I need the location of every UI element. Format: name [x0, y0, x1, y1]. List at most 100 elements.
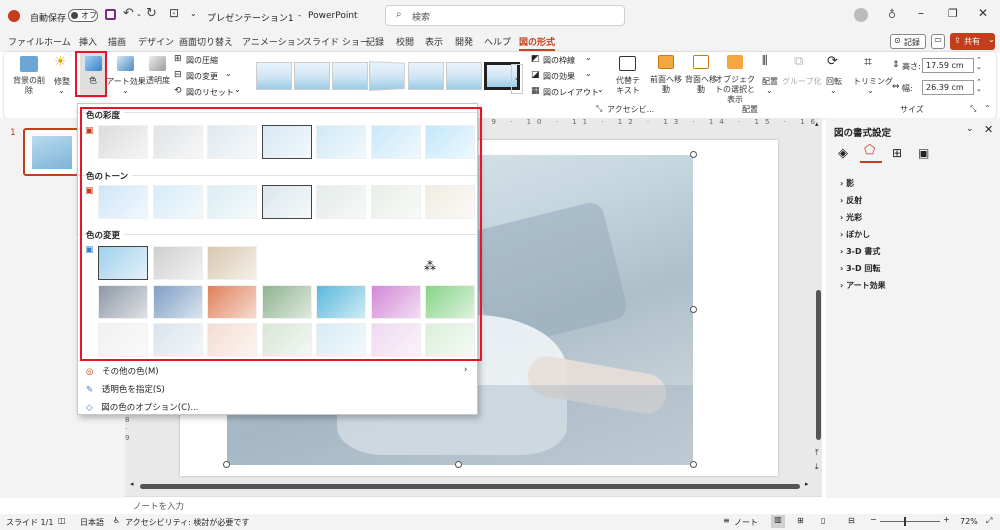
section-artistic-effects[interactable]: › アート効果: [840, 280, 886, 291]
lightbulb-icon[interactable]: ♁: [888, 8, 896, 21]
language-label[interactable]: 日本語: [80, 517, 104, 528]
scroll-right-icon[interactable]: ▸: [805, 480, 809, 488]
tab-picture-format[interactable]: 図の形式: [519, 35, 556, 51]
scroll-up-icon[interactable]: ▴: [815, 120, 819, 128]
alt-text-button[interactable]: 代替テキスト: [613, 54, 643, 98]
crop-button[interactable]: ⌗ トリミング ⌄: [853, 54, 893, 100]
collapse-ribbon-icon[interactable]: ⌃: [984, 104, 991, 113]
close-pane-icon[interactable]: ✕: [984, 123, 993, 136]
transparency-button[interactable]: 透明度: [145, 54, 171, 98]
height-spinner-icon[interactable]: ⌃ ⌄: [976, 57, 982, 71]
resize-handle[interactable]: [690, 306, 697, 313]
slide-thumbnail[interactable]: [23, 128, 79, 176]
compress-button[interactable]: ⊞ 図の圧縮: [172, 54, 238, 67]
present-icon[interactable]: ⊡: [169, 6, 179, 20]
avatar[interactable]: [854, 8, 868, 22]
tab-slideshow[interactable]: スライド ショー: [303, 35, 369, 48]
vertical-scrollbar[interactable]: [816, 290, 821, 440]
horizontal-scrollbar[interactable]: [140, 484, 800, 489]
tab-home[interactable]: ホーム: [44, 35, 71, 48]
artistic-effects-button[interactable]: アート効果 ⌄: [106, 54, 146, 98]
picture-border-button[interactable]: ◩ 図の枠線 ⌄: [529, 53, 595, 67]
tab-developer[interactable]: 開発: [455, 35, 473, 48]
style-thumb[interactable]: [294, 62, 330, 90]
undo-icon[interactable]: ↶: [123, 6, 134, 21]
tab-insert[interactable]: 挿入: [79, 35, 97, 48]
resize-handle[interactable]: [690, 151, 697, 158]
undo-dropdown-icon[interactable]: ⌄: [136, 10, 142, 18]
fill-line-icon[interactable]: ◈: [838, 146, 848, 161]
section-shadow[interactable]: › 影: [840, 178, 854, 189]
notes-toggle[interactable]: ノート: [734, 517, 758, 528]
autosave-toggle[interactable]: オフ: [68, 9, 98, 22]
style-thumb[interactable]: [368, 61, 405, 91]
tab-review[interactable]: 校閲: [396, 35, 414, 48]
set-transparent-item[interactable]: ✎ 透明色を指定(S): [86, 383, 165, 395]
corrections-button[interactable]: ☀ 修整 ⌄: [49, 54, 75, 98]
resize-handle[interactable]: [455, 461, 462, 468]
section-3d-rotation[interactable]: › 3-D 回転: [840, 263, 880, 274]
zoom-out-icon[interactable]: −: [870, 515, 877, 524]
more-colors-item[interactable]: ◎ その他の色(M) ›: [86, 365, 471, 377]
resize-handle[interactable]: [690, 461, 697, 468]
prev-slide-icon[interactable]: ⤒: [815, 448, 819, 458]
remove-background-button[interactable]: 背景の削除: [10, 54, 46, 98]
fit-slide-icon[interactable]: ⤢: [986, 516, 992, 526]
style-thumb[interactable]: [256, 62, 292, 90]
minimize-icon[interactable]: –: [918, 6, 924, 20]
record-button[interactable]: ⊙ 記録: [890, 34, 926, 49]
picture-icon[interactable]: ▣: [918, 146, 929, 160]
normal-view-icon[interactable]: ▥: [771, 515, 785, 528]
size-properties-icon[interactable]: ⊞: [892, 146, 902, 160]
zoom-level[interactable]: 72%: [960, 517, 978, 526]
tab-draw[interactable]: 描画: [108, 35, 126, 48]
scroll-left-icon[interactable]: ◂: [130, 480, 134, 488]
reset-picture-button[interactable]: ⟲ 図のリセット ⌄: [172, 85, 244, 99]
bring-forward-button[interactable]: 前面へ移動: [649, 54, 683, 100]
tab-transitions[interactable]: 画面切り替え: [179, 35, 233, 48]
tab-file[interactable]: ファイル: [8, 35, 44, 48]
tab-record[interactable]: 記録: [366, 35, 384, 48]
section-glow[interactable]: › 光彩: [840, 212, 862, 223]
width-spinner-icon[interactable]: ⌃ ⌄: [976, 79, 982, 93]
customize-qat-icon[interactable]: ⌄: [190, 9, 197, 18]
style-thumb[interactable]: [332, 62, 368, 90]
next-slide-icon[interactable]: ⤓: [815, 462, 819, 472]
styles-dialog-launcher-icon[interactable]: ⤡: [596, 104, 602, 114]
picture-effects-button[interactable]: ◪ 図の効果 ⌄: [529, 69, 595, 83]
reading-view-icon[interactable]: ▯: [821, 516, 825, 525]
comments-button[interactable]: ▭: [931, 34, 945, 49]
effects-tab[interactable]: ⬠: [860, 143, 882, 163]
notes-area[interactable]: ノートを入力: [125, 496, 822, 514]
tab-view[interactable]: 表示: [425, 35, 443, 48]
search-box[interactable]: ⌕ 検索: [385, 5, 625, 26]
resize-handle[interactable]: [223, 461, 230, 468]
zoom-slider[interactable]: [880, 521, 940, 522]
style-thumb[interactable]: [446, 62, 482, 90]
tab-design[interactable]: デザイン: [138, 35, 174, 48]
restore-icon[interactable]: ❐: [948, 7, 958, 20]
accessibility-status[interactable]: アクセシビリティ: 検討が必要です: [125, 517, 249, 528]
gallery-more-button[interactable]: ⌄: [511, 64, 523, 94]
slideshow-icon[interactable]: ⊟: [848, 516, 855, 525]
width-input[interactable]: 26.39 cm: [922, 80, 974, 95]
picture-layout-button[interactable]: ▦ 図のレイアウト ⌄: [529, 85, 605, 99]
style-thumb[interactable]: [408, 62, 444, 90]
spellcheck-icon[interactable]: ◫: [58, 516, 66, 525]
save-icon[interactable]: [105, 9, 116, 20]
section-reflection[interactable]: › 反射: [840, 195, 862, 206]
zoom-in-icon[interactable]: +: [943, 515, 950, 524]
pane-options-icon[interactable]: ⌄: [966, 124, 974, 134]
share-button[interactable]: ⇪ 共有 ⌄: [950, 33, 995, 50]
section-soft-edges[interactable]: › ぼかし: [840, 229, 870, 240]
rotate-button[interactable]: ⟳ 回転 ⌄: [820, 54, 848, 100]
change-picture-button[interactable]: ⊟ 図の変更 ⌄: [172, 69, 238, 83]
zoom-thumb[interactable]: [904, 517, 906, 526]
height-input[interactable]: 17.59 cm: [922, 58, 974, 73]
selection-pane-button[interactable]: オブジェクトの選択と表示: [714, 54, 756, 104]
close-window-icon[interactable]: ✕: [978, 6, 988, 20]
color-options-item[interactable]: ◇ 図の色のオプション(C)...: [86, 401, 198, 413]
slide-sorter-icon[interactable]: ⊞: [797, 516, 804, 525]
section-3d-format[interactable]: › 3-D 書式: [840, 246, 880, 257]
size-dialog-launcher-icon[interactable]: ⤡: [970, 104, 976, 114]
